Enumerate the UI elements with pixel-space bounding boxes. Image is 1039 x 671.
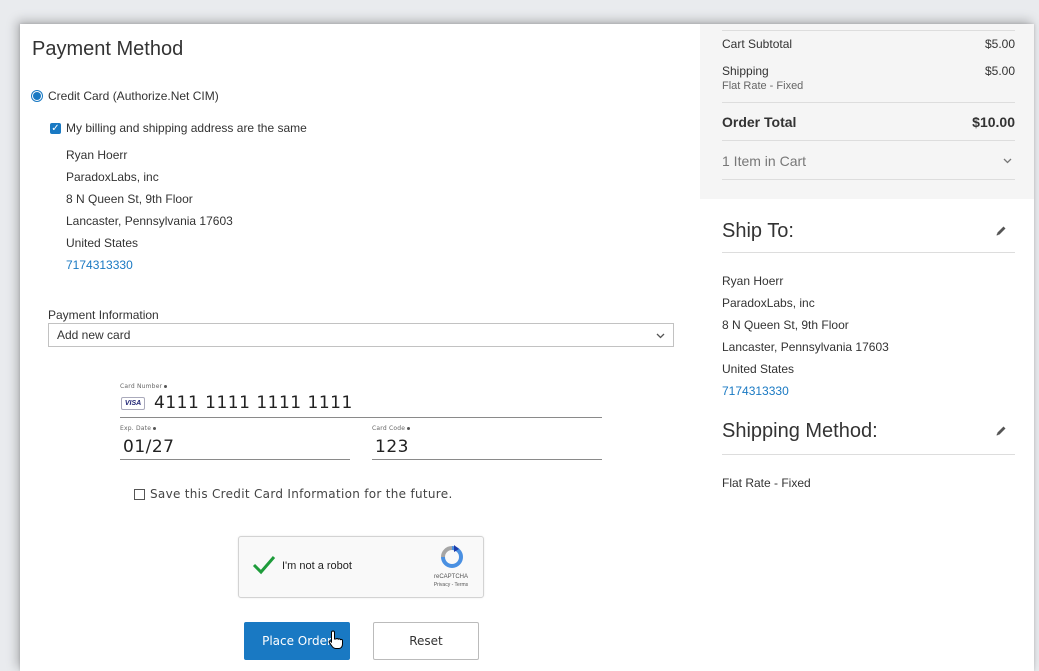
checkmark-icon[interactable] (252, 555, 276, 575)
save-card-checkbox[interactable] (134, 489, 145, 500)
billing-phone-link[interactable]: 7174313330 (66, 258, 133, 272)
shipping-method-title: Shipping Method: (722, 420, 878, 442)
pencil-icon[interactable] (995, 225, 1007, 237)
same-address-label[interactable]: My billing and shipping address are the … (66, 121, 307, 135)
card-code-label: Card Code (372, 425, 411, 432)
card-number-underline (120, 417, 602, 418)
card-code-underline (372, 459, 602, 460)
visa-brand-icon: VISA (121, 397, 145, 410)
billing-company: ParadoxLabs, inc (66, 170, 159, 184)
ship-to-company: ParadoxLabs, inc (722, 296, 815, 310)
shipping-method-value: Flat Rate - Fixed (722, 476, 811, 490)
billing-name: Ryan Hoerr (66, 148, 128, 162)
summary-total-divider (722, 140, 1015, 141)
credit-card-radio[interactable] (33, 92, 41, 100)
cart-subtotal-value: $5.00 (984, 37, 1015, 51)
summary-bottom-divider (722, 179, 1015, 180)
card-number-label: Card Number (120, 383, 168, 390)
chevron-down-icon[interactable] (1003, 158, 1012, 164)
hand-cursor-icon (328, 630, 343, 649)
billing-country: United States (66, 236, 139, 250)
payment-information-label: Payment Information (48, 308, 159, 322)
ship-to-street: 8 N Queen St, 9th Floor (722, 318, 849, 332)
credit-card-method-label[interactable]: Credit Card (Authorize.Net CIM) (48, 89, 219, 103)
summary-top-divider (722, 30, 1015, 31)
ship-to-country: United States (722, 362, 795, 376)
card-code-input[interactable]: 123 (375, 437, 409, 457)
order-total-value: $10.00 (972, 114, 1015, 130)
ship-to-divider (722, 252, 1015, 253)
reset-button[interactable]: Reset (373, 622, 479, 660)
payment-method-title: Payment Method (32, 38, 184, 60)
recaptcha-links[interactable]: Privacy - Terms (425, 582, 477, 588)
recaptcha-label: I'm not a robot (282, 560, 352, 572)
shipping-method-note: Flat Rate - Fixed (722, 80, 804, 92)
items-in-cart-toggle[interactable]: 1 Item in Cart (722, 153, 806, 169)
recaptcha-logo-icon (441, 545, 463, 568)
ship-to-title: Ship To: (722, 220, 794, 242)
saved-card-select[interactable]: Add new card (48, 323, 674, 347)
ship-to-city: Lancaster, Pennsylvania 17603 (722, 340, 889, 354)
recaptcha-brand: reCAPTCHA (433, 574, 468, 580)
billing-city: Lancaster, Pennsylvania 17603 (66, 214, 233, 228)
card-number-input[interactable]: 4111 1111 1111 1111 (154, 393, 353, 413)
exp-date-underline (120, 459, 350, 460)
ship-to-name: Ryan Hoerr (722, 274, 784, 288)
ship-to-phone-link[interactable]: 7174313330 (722, 384, 789, 398)
saved-card-select-value: Add new card (57, 328, 131, 342)
checkout-page: Payment Method Credit Card (Authorize.Ne… (20, 24, 1034, 671)
summary-mid-divider (722, 102, 1015, 103)
chevron-down-icon (656, 333, 665, 339)
billing-street: 8 N Queen St, 9th Floor (66, 192, 193, 206)
order-total-label: Order Total (722, 114, 797, 130)
exp-date-label: Exp. Date (120, 425, 157, 432)
cart-subtotal-label: Cart Subtotal (722, 37, 793, 51)
pencil-icon[interactable] (995, 425, 1007, 437)
recaptcha-widget: I'm not a robot reCAPTCHA Privacy - Term… (238, 536, 484, 598)
exp-date-input[interactable]: 01/27 (123, 437, 175, 457)
same-address-checkbox[interactable]: ✓ (50, 123, 61, 134)
shipping-value: $5.00 (984, 64, 1015, 78)
save-card-label[interactable]: Save this Credit Card Information for th… (150, 487, 453, 501)
shipping-method-divider (722, 454, 1015, 455)
shipping-label: Shipping (722, 64, 769, 78)
